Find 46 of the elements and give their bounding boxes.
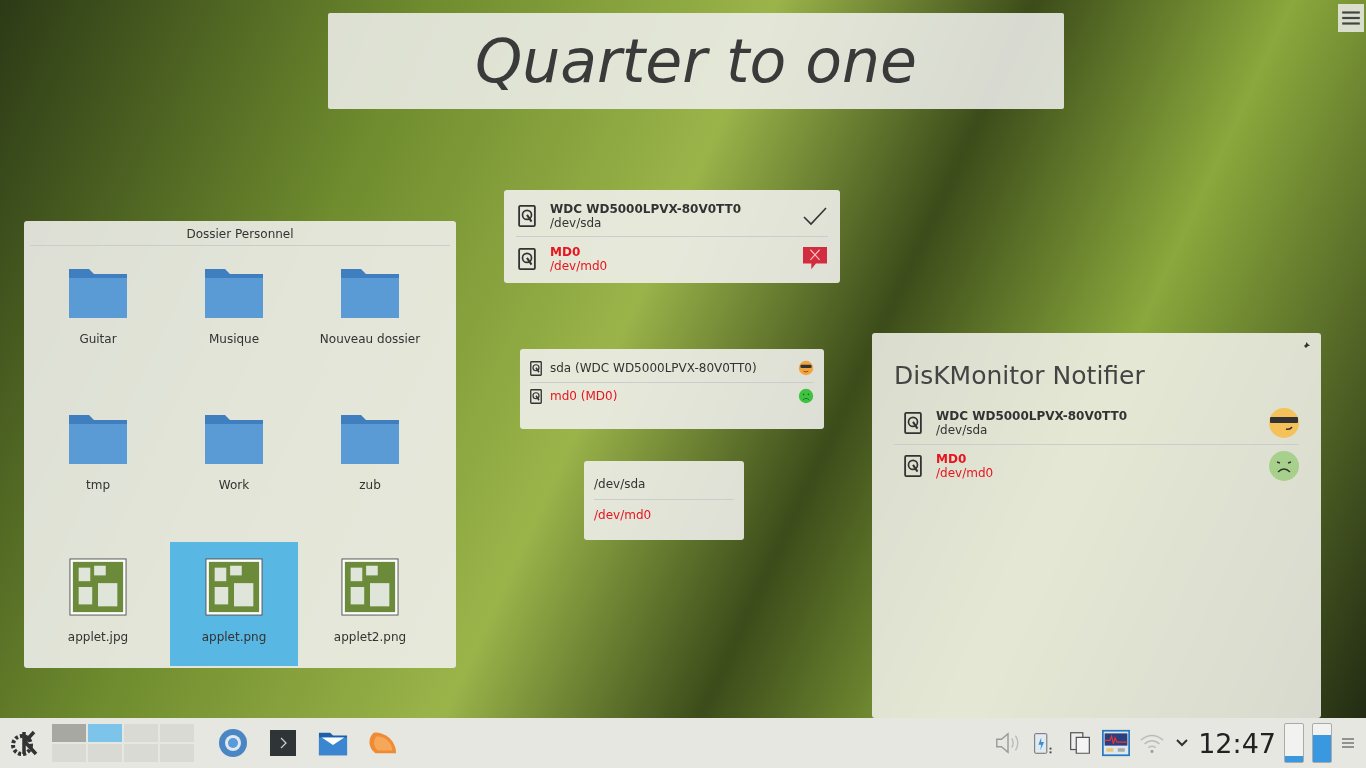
disk-name: WDC WD5000LPVX-80V0TT0	[936, 409, 1129, 423]
device-path: /dev/md0	[936, 466, 995, 480]
disk-label: md0 (MD0)	[550, 389, 619, 403]
file-item[interactable]: applet2.png	[306, 542, 434, 666]
disk-label: sda (WDC WD5000LPVX-80V0TT0)	[550, 361, 758, 375]
sunglasses-face-icon	[1269, 408, 1299, 438]
folder-icon	[340, 266, 400, 318]
file-item[interactable]: applet.png	[170, 542, 298, 666]
file-item[interactable]: Musique	[170, 250, 298, 374]
clock-time[interactable]: 12:47	[1198, 727, 1276, 759]
panel-title: Dossier Personnel	[30, 221, 450, 246]
image-thumbnail-icon	[341, 558, 399, 616]
device-path: /dev/sda	[550, 216, 603, 230]
image-thumbnail-icon	[69, 558, 127, 616]
folder-icon	[340, 412, 400, 464]
device-path: /dev/md0	[594, 508, 652, 522]
terminal-icon[interactable]	[268, 728, 298, 758]
menu-icon[interactable]	[1338, 4, 1364, 32]
notifier-title: DisKMonitor Notifier	[894, 360, 1146, 392]
sunglasses-face-icon	[798, 360, 814, 376]
folder-icon	[204, 412, 264, 464]
launcher-gear-icon[interactable]	[10, 728, 40, 758]
system-monitor-icon[interactable]	[1102, 729, 1131, 757]
device-path: /dev/sda	[936, 423, 989, 437]
file-item[interactable]: applet.jpg	[34, 542, 162, 666]
file-item[interactable]: Work	[170, 396, 298, 520]
usage-meter[interactable]	[1312, 723, 1332, 763]
folder-icon	[68, 412, 128, 464]
sick-face-icon	[798, 388, 814, 404]
folder-icon	[68, 266, 128, 318]
device-path: /dev/sda	[594, 477, 646, 491]
disk-name: WDC WD5000LPVX-80V0TT0	[550, 202, 743, 216]
disk-name: MD0	[936, 452, 968, 466]
browser-icon[interactable]	[218, 728, 248, 758]
folder-icon	[204, 266, 264, 318]
file-item[interactable]: zub	[306, 396, 434, 520]
image-thumbnail-icon	[205, 558, 263, 616]
file-item[interactable]: Nouveau dossier	[306, 250, 434, 374]
file-item[interactable]: Guitar	[34, 250, 162, 374]
disk-name: MD0	[550, 245, 582, 259]
clock-text: Quarter to one	[475, 26, 917, 96]
device-path: /dev/md0	[550, 259, 609, 273]
sick-face-icon	[1269, 451, 1299, 481]
file-item[interactable]: tmp	[34, 396, 162, 520]
usage-meter[interactable]	[1284, 723, 1304, 763]
error-flag-icon	[802, 247, 828, 271]
